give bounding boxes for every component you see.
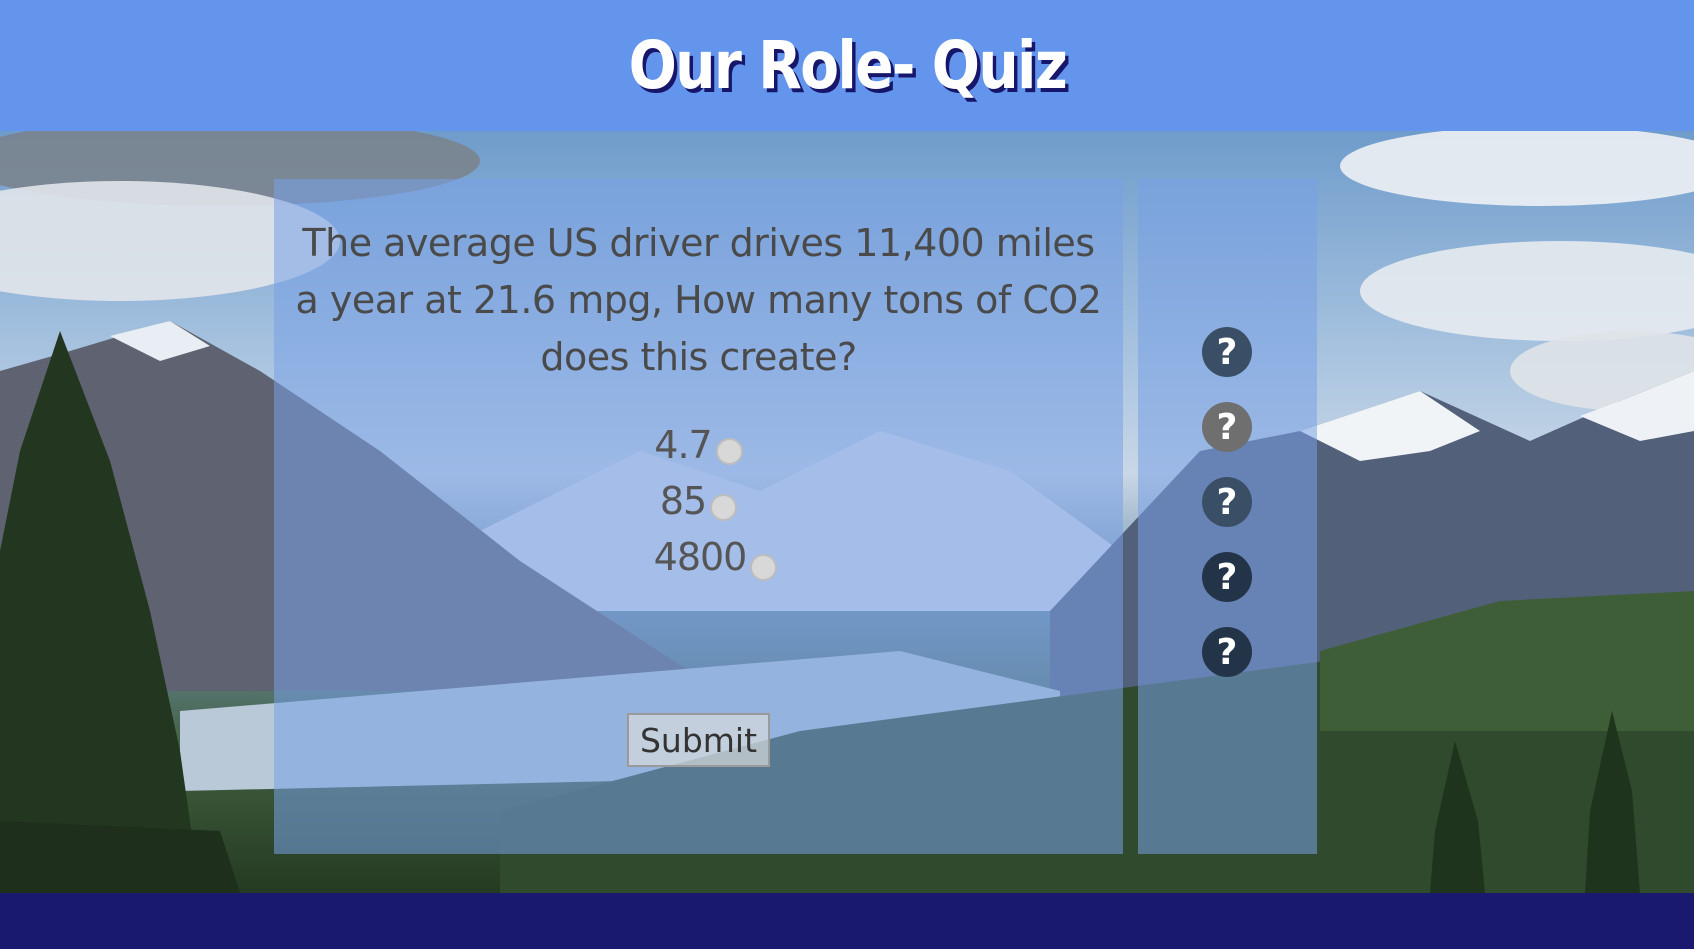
progress-panel: ? ? ? ? ? — [1138, 179, 1317, 854]
answer-option: 4.7 — [274, 417, 1123, 473]
page-title: Our Role- Quiz — [628, 27, 1067, 104]
answer-radio[interactable] — [750, 553, 778, 581]
question-mark-icon: ? — [1202, 402, 1252, 452]
answer-radio[interactable] — [715, 437, 743, 465]
page-header: Our Role- Quiz — [0, 0, 1694, 131]
answer-label: 4800 — [653, 535, 748, 579]
answer-label: 85 — [659, 479, 707, 523]
answer-options: 4.7 85 4800 — [274, 417, 1123, 585]
question-mark-icon: ? — [1202, 327, 1252, 377]
answer-radio[interactable] — [710, 493, 738, 521]
page-footer — [0, 893, 1694, 949]
question-text: The average US driver drives 11,400 mile… — [295, 221, 1102, 379]
answer-option: 85 — [274, 473, 1123, 529]
answer-option: 4800 — [274, 529, 1123, 585]
submit-button[interactable]: Submit — [627, 713, 770, 767]
answer-label: 4.7 — [654, 423, 712, 467]
question-panel: The average US driver drives 11,400 mile… — [274, 179, 1123, 854]
question-mark-icon: ? — [1202, 627, 1252, 677]
question-mark-icon: ? — [1202, 477, 1252, 527]
question-mark-icon: ? — [1202, 552, 1252, 602]
